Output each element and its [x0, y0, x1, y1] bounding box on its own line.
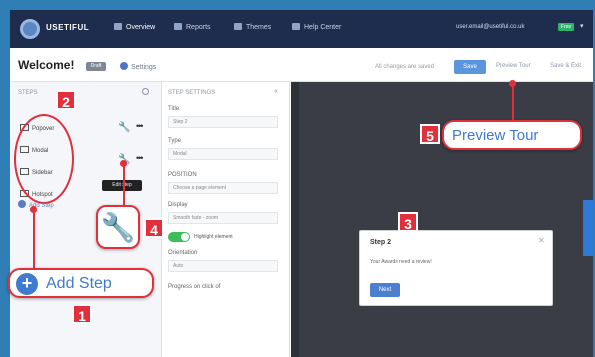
preview-tour-callout-label: Preview Tour	[452, 127, 539, 144]
save-status: All changes are saved	[375, 64, 435, 70]
tooltip: Edit step	[102, 180, 142, 191]
nav-themes-label: Themes	[246, 24, 272, 31]
nav-reports[interactable]: Reports	[174, 23, 211, 31]
callout-line	[512, 84, 514, 120]
plus-icon: +	[16, 273, 38, 295]
user-email[interactable]: user.email@usetiful.co.uk	[456, 24, 524, 30]
help-icon	[292, 23, 300, 30]
nav-reports-label: Reports	[186, 24, 211, 31]
brand-name: USETIFUL	[46, 23, 90, 32]
settings-link-label: Settings	[131, 64, 157, 71]
title-input[interactable]: Step 2	[168, 116, 278, 128]
callout-number-2: 2	[56, 90, 76, 110]
modal-next-button[interactable]: Next	[370, 283, 400, 297]
more-options-icon[interactable]: •••	[136, 121, 144, 131]
modal-title: Step 2	[370, 239, 392, 246]
brand-logo-icon[interactable]	[20, 19, 40, 39]
top-navbar: USETIFUL Overview Reports Themes Help Ce…	[10, 10, 593, 48]
collapse-icon[interactable]: «	[274, 88, 278, 95]
themes-icon	[234, 23, 242, 30]
plan-badge: Free	[558, 23, 574, 31]
gear-icon	[120, 62, 128, 70]
add-step-callout-label: Add Step	[46, 275, 112, 292]
callout-number-5: 5	[420, 124, 440, 144]
nav-themes[interactable]: Themes	[234, 23, 271, 31]
preview-tour-callout: Preview Tour	[442, 120, 582, 150]
callout-number-4: 4	[144, 218, 164, 238]
orientation-label: Orientation	[168, 250, 198, 256]
callout-number-3: 3	[398, 212, 418, 232]
save-exit-button[interactable]: Save & Exit	[550, 63, 581, 69]
steps-header: STEPS	[18, 90, 38, 96]
info-icon[interactable]	[142, 88, 149, 95]
type-select[interactable]: Modal	[168, 148, 278, 160]
nav-help-label: Help Center	[304, 24, 342, 31]
wrench-icon-callout: 🔧	[96, 205, 140, 249]
orientation-select[interactable]: Auto	[168, 260, 278, 272]
nav-overview[interactable]: Overview	[114, 23, 155, 31]
position-select[interactable]: Choose a page element	[168, 182, 278, 194]
position-label: POSITION	[168, 172, 197, 178]
wrench-icon[interactable]: 🔧	[118, 122, 130, 133]
overview-icon	[114, 23, 122, 30]
step-modal-preview: Step 2 ✕ Your Awards need a review! Next	[359, 230, 553, 306]
chevron-down-icon[interactable]: ▾	[580, 22, 584, 30]
display-select[interactable]: Smooth fade - zoom	[168, 212, 278, 224]
add-step-callout: + Add Step	[8, 268, 154, 298]
app-window: USETIFUL Overview Reports Themes Help Ce…	[10, 10, 593, 357]
callout-number-1: 1	[72, 304, 92, 324]
nav-help-center[interactable]: Help Center	[292, 23, 341, 31]
status-badge: Draft	[86, 62, 106, 71]
nav-overview-label: Overview	[126, 24, 156, 31]
modal-body: Your Awards need a review!	[370, 259, 432, 265]
highlight-oval	[14, 114, 74, 204]
side-feedback-tab[interactable]	[583, 200, 593, 256]
highlight-toggle-label: Highlight element	[194, 234, 233, 240]
callout-line	[123, 164, 125, 206]
progress-label: Progress on click of	[168, 284, 221, 290]
display-label: Display	[168, 202, 188, 208]
close-icon[interactable]: ✕	[538, 236, 545, 245]
settings-link[interactable]: Settings	[120, 62, 156, 71]
step-settings-panel: STEP SETTINGS « Title Step 2 Type Modal …	[162, 82, 290, 357]
title-label: Title	[168, 106, 180, 112]
more-options-icon[interactable]: •••	[136, 153, 144, 163]
callout-line	[33, 210, 35, 268]
type-label: Type	[168, 138, 182, 144]
reports-icon	[174, 23, 182, 30]
editor-toolbar: Welcome! Draft Settings All changes are …	[10, 48, 593, 82]
highlight-toggle[interactable]	[168, 232, 190, 242]
plus-icon	[18, 200, 26, 208]
page-title: Welcome!	[18, 58, 75, 72]
canvas-scrollbar[interactable]	[291, 82, 299, 357]
save-button[interactable]: Save	[454, 60, 486, 74]
preview-tour-button[interactable]: Preview Tour	[496, 63, 531, 69]
settings-header: STEP SETTINGS	[168, 90, 216, 96]
